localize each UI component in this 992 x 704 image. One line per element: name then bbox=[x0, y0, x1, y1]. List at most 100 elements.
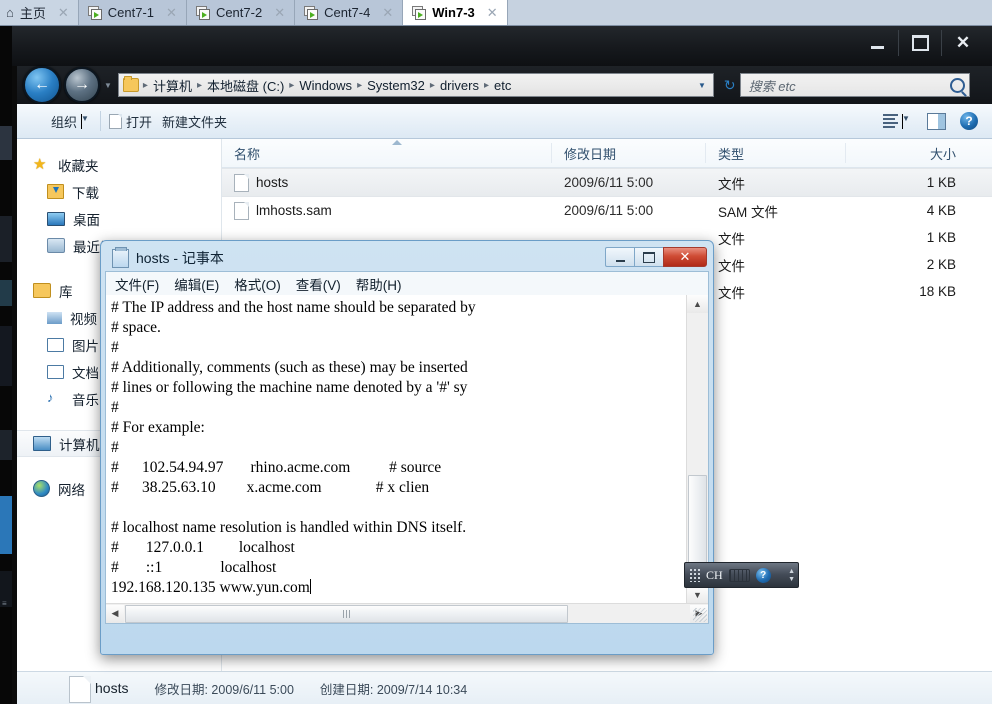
chevron-down-icon: ▼ bbox=[902, 113, 910, 129]
cell-type: 文件 bbox=[718, 285, 745, 301]
sidebar-item-desktop[interactable]: 桌面 bbox=[17, 205, 221, 232]
open-button[interactable]: 打开 bbox=[109, 112, 162, 131]
change-view-button[interactable]: ▼ bbox=[883, 113, 913, 129]
search-input[interactable]: 搜索 etc bbox=[739, 73, 970, 97]
back-button[interactable]: ← bbox=[23, 66, 61, 104]
vm-tab-home[interactable]: ⌂ 主页 ✕ bbox=[0, 0, 79, 25]
menu-view[interactable]: 查看(V) bbox=[296, 274, 341, 294]
tab-close-icon[interactable]: ✕ bbox=[382, 5, 393, 21]
cell-size: 2 KB bbox=[926, 257, 956, 272]
breadcrumb-item-localdisk[interactable]: 本地磁盘 (C:) bbox=[203, 76, 288, 95]
vm-tab-label: Win7-3 bbox=[432, 5, 475, 20]
sidebar-item-label: 音乐 bbox=[72, 392, 99, 408]
sidebar-item-favorites[interactable]: ★ 收藏夹 bbox=[17, 151, 221, 178]
sidebar-item-label: 网络 bbox=[58, 482, 85, 498]
organize-button[interactable]: 组织 ▼ bbox=[51, 112, 92, 131]
ime-up-icon[interactable]: ▲ bbox=[788, 568, 795, 575]
help-icon[interactable]: ? bbox=[755, 567, 771, 583]
cell-date: 2009/6/11 5:00 bbox=[564, 175, 654, 190]
cell-type: 文件 bbox=[718, 231, 745, 247]
menu-help[interactable]: 帮助(H) bbox=[356, 274, 402, 294]
breadcrumb-item-system32[interactable]: System32 bbox=[363, 78, 429, 93]
tab-close-icon[interactable]: ✕ bbox=[58, 5, 69, 21]
table-row[interactable]: hosts 2009/6/11 5:00 文件 1 KB bbox=[222, 168, 992, 197]
breadcrumb-separator: ▸ bbox=[357, 79, 363, 91]
breadcrumb[interactable]: ▸ 计算机 ▸ 本地磁盘 (C:) ▸ Windows ▸ System32 ▸… bbox=[117, 73, 714, 97]
vm-tab-cent7-2[interactable]: Cent7-2 ✕ bbox=[186, 0, 296, 25]
list-view-icon bbox=[883, 114, 898, 128]
column-header-date[interactable]: 修改日期 bbox=[552, 143, 706, 163]
ime-language-bar[interactable]: CH ? ▲ ▼ bbox=[684, 562, 799, 588]
sidebar-item-label: 下载 bbox=[72, 185, 99, 201]
sidebar-item-downloads[interactable]: 下载 bbox=[17, 178, 221, 205]
file-name: hosts bbox=[256, 175, 289, 190]
notepad-text-area-wrapper: # The IP address and the host name shoul… bbox=[105, 295, 709, 624]
command-bar-divider bbox=[100, 111, 102, 131]
notepad-maximize-button[interactable] bbox=[634, 247, 663, 267]
drag-handle-icon[interactable] bbox=[689, 568, 700, 582]
window-controls: ✕ bbox=[855, 26, 984, 60]
ime-expand-icons[interactable]: ▲ ▼ bbox=[788, 568, 795, 583]
notepad-vertical-scrollbar[interactable]: ▲ ▼ bbox=[686, 295, 708, 623]
breadcrumb-separator: ▸ bbox=[429, 79, 435, 91]
history-dropdown-icon[interactable]: ▼ bbox=[104, 81, 112, 90]
status-file-name: hosts bbox=[95, 680, 129, 696]
breadcrumb-item-computer[interactable]: 计算机 bbox=[149, 76, 196, 95]
menu-edit[interactable]: 编辑(E) bbox=[174, 274, 219, 294]
refresh-icon[interactable]: ↻ bbox=[720, 77, 740, 94]
close-button[interactable]: ✕ bbox=[941, 30, 984, 56]
tab-close-icon[interactable]: ✕ bbox=[487, 5, 498, 21]
scroll-down-icon[interactable]: ▼ bbox=[687, 586, 708, 604]
preview-pane-icon[interactable] bbox=[927, 112, 946, 130]
column-header-size[interactable]: 大小 bbox=[846, 143, 970, 163]
notepad-close-button[interactable]: ✕ bbox=[663, 247, 707, 267]
breadcrumb-item-windows[interactable]: Windows bbox=[295, 78, 356, 93]
vm-tab-win7-3[interactable]: Win7-3 ✕ bbox=[403, 0, 508, 25]
notepad-text-content: # The IP address and the host name shoul… bbox=[111, 299, 476, 596]
table-row[interactable]: lmhosts.sam 2009/6/11 5:00 SAM 文件 4 KB bbox=[222, 197, 992, 224]
tab-close-icon[interactable]: ✕ bbox=[166, 5, 177, 21]
notepad-window[interactable]: hosts - 记事本 ✕ 文件(F) 编辑(E) 格式(O) 查看(V) 帮助… bbox=[100, 240, 714, 655]
library-icon bbox=[33, 283, 51, 298]
column-header-type[interactable]: 类型 bbox=[706, 143, 846, 163]
notepad-minimize-button[interactable] bbox=[605, 247, 634, 267]
sidebar-item-label: 图片 bbox=[72, 338, 99, 354]
breadcrumb-item-drivers[interactable]: drivers bbox=[436, 78, 483, 93]
resize-grip-icon[interactable] bbox=[693, 608, 707, 622]
file-icon bbox=[234, 173, 249, 192]
horizontal-scroll-thumb[interactable] bbox=[125, 604, 568, 623]
scroll-up-icon[interactable]: ▲ bbox=[687, 295, 708, 313]
chevron-down-icon[interactable]: ▼ bbox=[693, 81, 711, 90]
file-icon bbox=[109, 113, 123, 129]
cell-type: 文件 bbox=[718, 176, 745, 192]
cell-type: 文件 bbox=[718, 258, 745, 274]
notepad-title-bar[interactable]: hosts - 记事本 ✕ bbox=[105, 245, 709, 271]
notepad-horizontal-scrollbar[interactable]: ◀ ▶ bbox=[106, 603, 708, 623]
minimize-button[interactable] bbox=[855, 30, 898, 56]
tab-close-icon[interactable]: ✕ bbox=[274, 5, 285, 21]
sort-ascending-icon bbox=[392, 140, 402, 145]
ime-down-icon[interactable]: ▼ bbox=[788, 576, 795, 583]
star-icon: ★ bbox=[33, 156, 47, 173]
column-header-name[interactable]: 名称 bbox=[222, 143, 552, 163]
breadcrumb-item-etc[interactable]: etc bbox=[490, 78, 515, 93]
help-icon[interactable]: ? bbox=[960, 112, 978, 130]
new-folder-button[interactable]: 新建文件夹 bbox=[162, 112, 237, 131]
keyboard-icon[interactable] bbox=[728, 568, 750, 582]
vm-machine-icon bbox=[411, 5, 427, 20]
notepad-text-area[interactable]: # The IP address and the host name shoul… bbox=[106, 295, 687, 604]
maximize-button[interactable] bbox=[898, 30, 941, 56]
forward-button[interactable]: → bbox=[64, 67, 100, 103]
computer-icon bbox=[33, 436, 51, 451]
scroll-left-icon[interactable]: ◀ bbox=[106, 604, 124, 623]
vm-tab-cent7-1[interactable]: Cent7-1 ✕ bbox=[78, 0, 187, 25]
column-headers: 名称 修改日期 类型 大小 bbox=[222, 139, 992, 168]
menu-file[interactable]: 文件(F) bbox=[115, 274, 159, 294]
sidebar-item-label: 库 bbox=[59, 284, 73, 300]
menu-format[interactable]: 格式(O) bbox=[234, 274, 281, 294]
vm-machine-icon bbox=[87, 5, 102, 20]
recent-places-icon bbox=[47, 238, 65, 253]
file-name: lmhosts.sam bbox=[256, 203, 332, 218]
vm-tab-cent7-4[interactable]: Cent7-4 ✕ bbox=[295, 0, 404, 25]
ime-language-label[interactable]: CH bbox=[706, 568, 723, 583]
